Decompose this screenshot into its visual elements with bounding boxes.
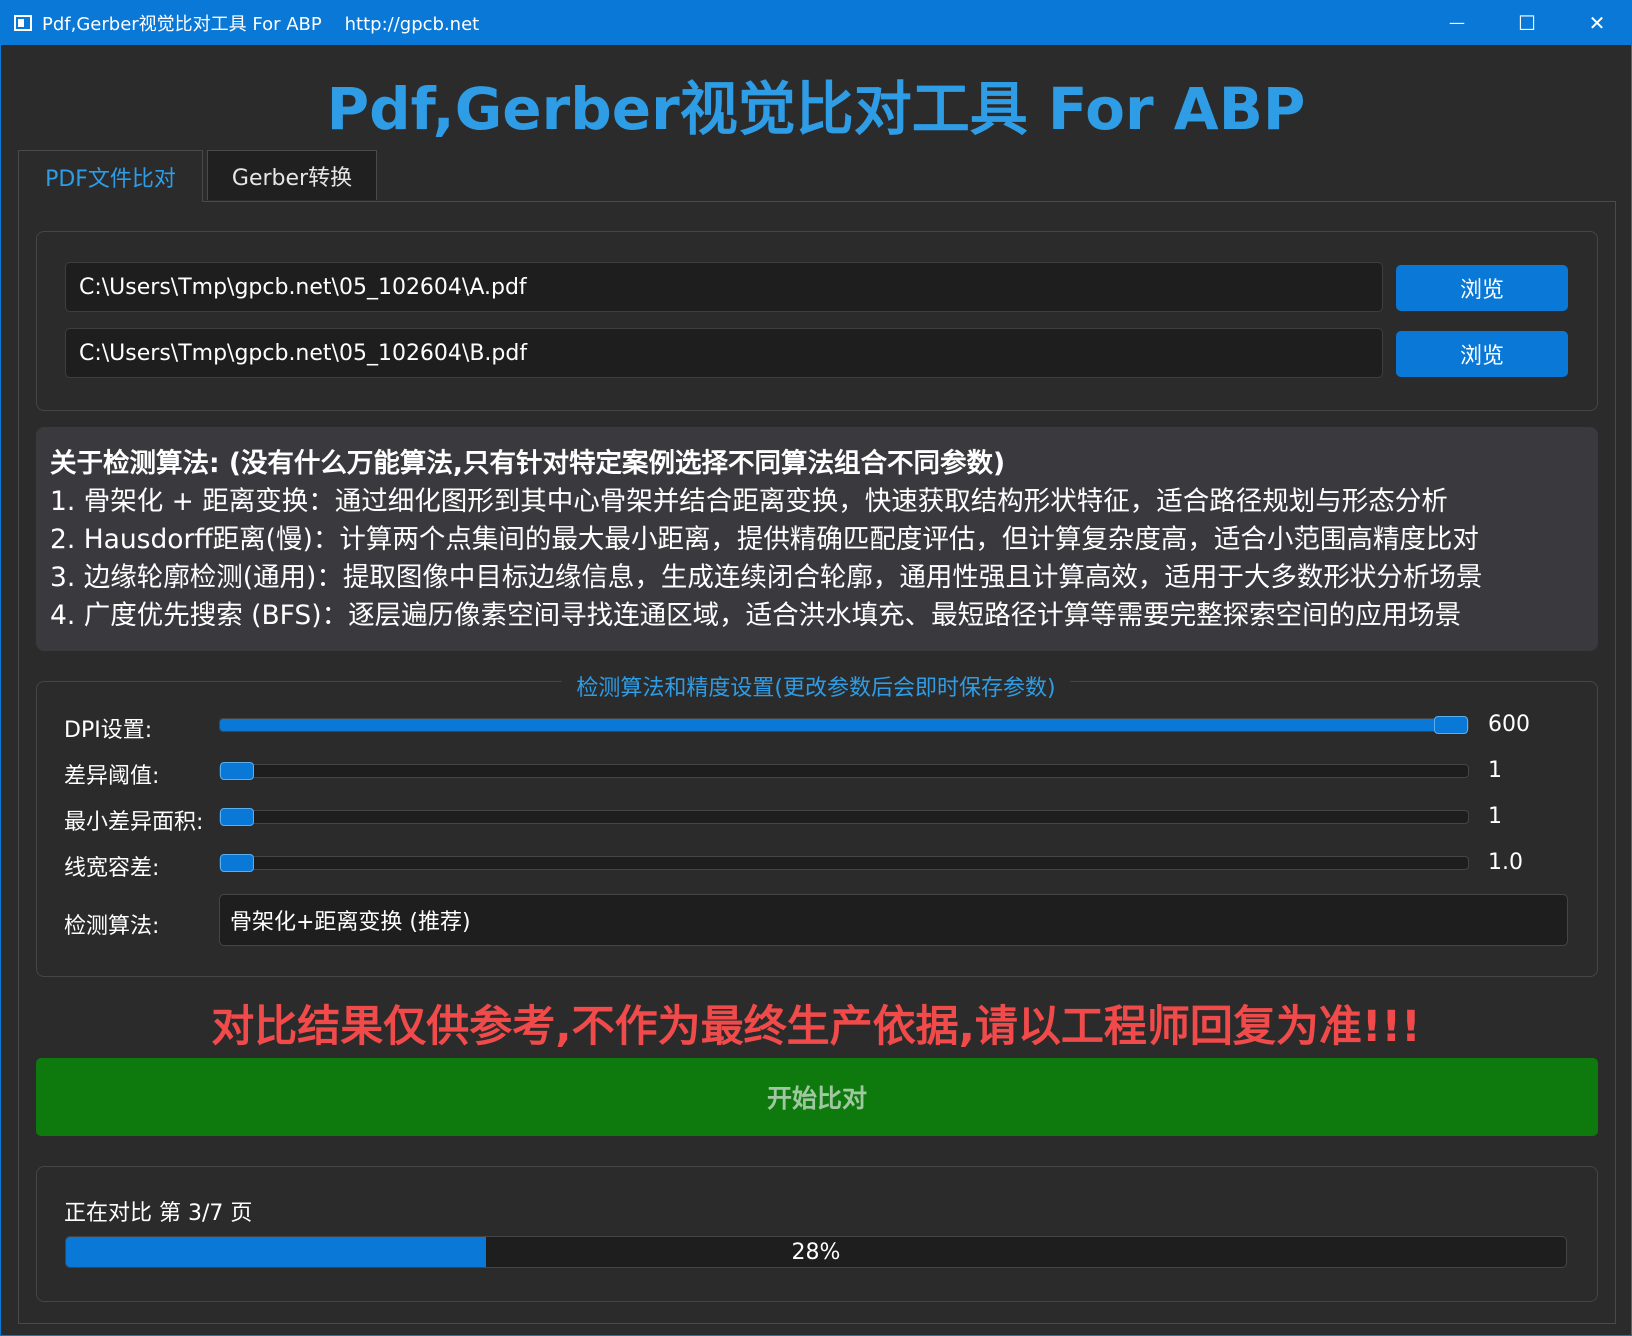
file-a-path-input[interactable]: C:\Users\Tmp\gpcb.net\05_102604\A.pdf	[65, 262, 1383, 312]
close-icon: ✕	[1588, 10, 1606, 35]
slider-handle[interactable]	[220, 762, 254, 780]
file-a-path: C:\Users\Tmp\gpcb.net\05_102604\A.pdf	[79, 274, 527, 300]
progress-label: 28%	[791, 1239, 841, 1265]
line-width-tolerance-label: 线宽容差:	[64, 856, 160, 881]
tab-gerber-convert[interactable]: Gerber转换	[207, 150, 377, 200]
diff-threshold-label: 差异阈值:	[64, 764, 160, 789]
app-window-icon	[14, 14, 32, 31]
line-width-tolerance-value: 1.0	[1488, 850, 1523, 875]
maximize-button[interactable]: ☐	[1492, 0, 1562, 45]
algorithm-info-line: 4. 广度优先搜索 (BFS)：逐层遍历像素空间寻找连通区域，适合洪水填充、最短…	[50, 600, 1462, 631]
algorithm-info-heading: 关于检测算法: (没有什么万能算法,只有针对特定案例选择不同算法组合不同参数)	[50, 448, 1006, 479]
start-compare-label: 开始比对	[766, 1084, 867, 1113]
minimize-icon: —	[1449, 13, 1465, 32]
maximize-icon: ☐	[1518, 10, 1536, 35]
slider-handle[interactable]	[220, 808, 254, 826]
browse-label: 浏览	[1459, 344, 1504, 369]
slider-handle[interactable]	[220, 854, 254, 872]
slider-handle[interactable]	[1434, 716, 1468, 734]
algorithm-label: 检测算法:	[64, 914, 160, 939]
algorithm-info-box: 关于检测算法: (没有什么万能算法,只有针对特定案例选择不同算法组合不同参数) …	[36, 427, 1598, 651]
algorithm-info-line: 2. Hausdorff距离(慢)：计算两个点集间的最大最小距离，提供精确匹配度…	[50, 524, 1479, 555]
diff-threshold-value: 1	[1488, 758, 1502, 783]
algorithm-info-line: 3. 边缘轮廓检测(通用)：提取图像中目标边缘信息，生成连续闭合轮廓，通用性强且…	[50, 562, 1483, 593]
status-group	[36, 1166, 1598, 1302]
dpi-value: 600	[1488, 712, 1530, 737]
close-button[interactable]: ✕	[1562, 0, 1632, 45]
browse-file-a-button[interactable]: 浏览	[1396, 265, 1568, 311]
tab-label: PDF文件比对	[45, 166, 176, 192]
algorithm-info-line: 1. 骨架化 + 距离变换：通过细化图形到其中心骨架并结合距离变换，快速获取结构…	[50, 486, 1448, 517]
browse-file-b-button[interactable]: 浏览	[1396, 331, 1568, 377]
browse-label: 浏览	[1459, 278, 1504, 303]
start-compare-button[interactable]: 开始比对	[36, 1058, 1598, 1136]
minimize-button[interactable]: —	[1422, 0, 1492, 45]
status-text: 正在对比 第 3/7 页	[64, 1201, 253, 1226]
min-diff-area-slider[interactable]	[219, 808, 1469, 826]
dpi-slider[interactable]	[219, 716, 1469, 734]
slider-fill	[220, 719, 1451, 731]
app-title: Pdf,Gerber视觉比对工具 For ABP	[326, 75, 1306, 143]
warning-message: 对比结果仅供参考,不作为最终生产依据,请以工程师回复为准!!!	[211, 1002, 1421, 1052]
algorithm-select[interactable]: 骨架化+距离变换 (推荐)	[219, 894, 1568, 946]
diff-threshold-slider[interactable]	[219, 762, 1469, 780]
progress-bar: 28%	[65, 1236, 1567, 1268]
algorithm-selected-value: 骨架化+距离变换 (推荐)	[230, 910, 471, 935]
tab-label: Gerber转换	[231, 165, 353, 191]
window-titlebar[interactable]: Pdf,Gerber视觉比对工具 For ABP http://gpcb.net…	[0, 0, 1632, 45]
dpi-label: DPI设置:	[64, 718, 153, 743]
file-b-path-input[interactable]: C:\Users\Tmp\gpcb.net\05_102604\B.pdf	[65, 328, 1383, 378]
tab-pdf-compare[interactable]: PDF文件比对	[18, 150, 203, 202]
file-selection-group	[36, 231, 1598, 411]
min-diff-area-value: 1	[1488, 804, 1502, 829]
line-width-tolerance-slider[interactable]	[219, 854, 1469, 872]
min-diff-area-label: 最小差异面积:	[64, 810, 204, 835]
file-b-path: C:\Users\Tmp\gpcb.net\05_102604\B.pdf	[79, 340, 528, 366]
window-title: Pdf,Gerber视觉比对工具 For ABP http://gpcb.net	[42, 13, 480, 35]
